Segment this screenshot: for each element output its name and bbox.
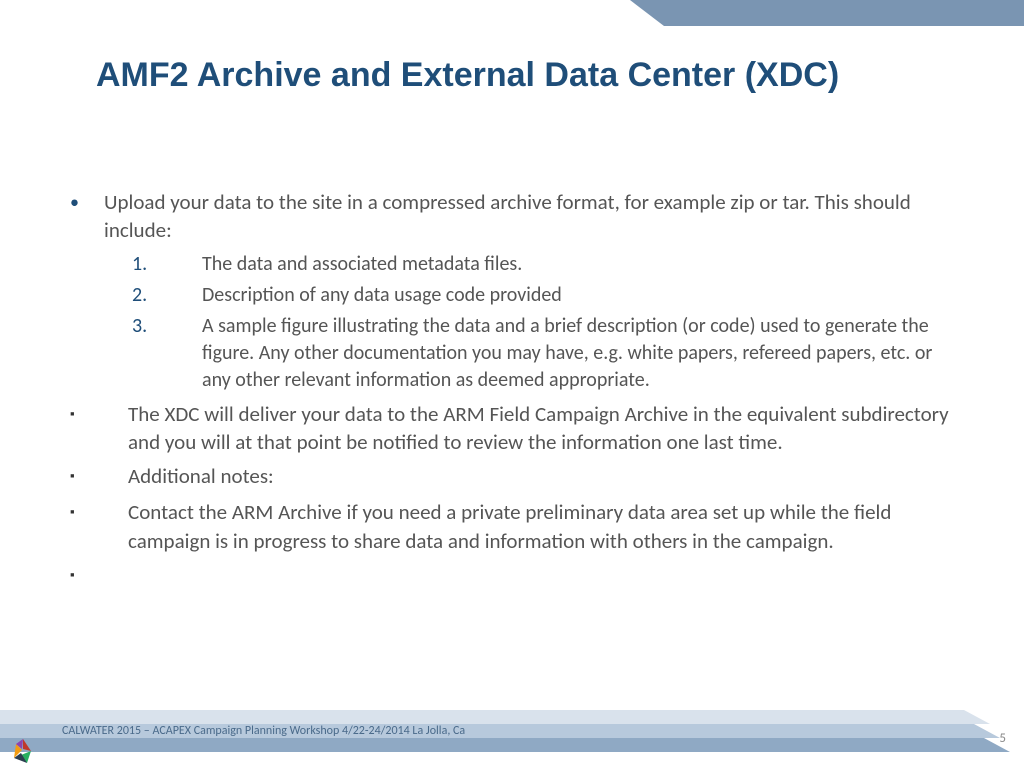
- bullet-item: ▪ The XDC will deliver your data to the …: [70, 400, 954, 457]
- page-number: 5: [999, 731, 1006, 746]
- bullet-square-icon: ▪: [70, 462, 104, 492]
- numbered-item: 1. The data and associated metadata file…: [132, 251, 954, 278]
- bullet-item: ▪ Contact the ARM Archive if you need a …: [70, 498, 954, 555]
- bullet-text: Upload your data to the site in a compre…: [104, 188, 954, 245]
- corner-decoration: [594, 0, 1024, 26]
- numbered-item: 3. A sample figure illustrating the data…: [132, 313, 954, 394]
- bullet-item: ▪ Additional notes:: [70, 462, 954, 492]
- numbered-list: 1. The data and associated metadata file…: [132, 251, 954, 394]
- slide: AMF2 Archive and External Data Center (X…: [0, 0, 1024, 768]
- list-number: 1.: [132, 251, 202, 278]
- bullet-square-icon: ▪: [70, 498, 104, 555]
- footer-bar-1: [0, 710, 990, 724]
- list-text: A sample figure illustrating the data an…: [202, 313, 954, 394]
- bullet-item: ▪: [70, 561, 954, 591]
- list-number: 2.: [132, 282, 202, 309]
- slide-title: AMF2 Archive and External Data Center (X…: [96, 56, 839, 95]
- footer-text: CALWATER 2015 – ACAPEX Campaign Planning…: [62, 724, 465, 738]
- bullet-square-icon: ▪: [70, 400, 104, 457]
- bullet-dot-icon: •: [70, 188, 104, 245]
- footer-bar-3: [0, 738, 1010, 752]
- slide-body: • Upload your data to the site in a comp…: [70, 188, 954, 597]
- numbered-item: 2. Description of any data usage code pr…: [132, 282, 954, 309]
- logo-icon: [8, 736, 38, 766]
- bullet-item: • Upload your data to the site in a comp…: [70, 188, 954, 245]
- bullet-text: [104, 561, 954, 591]
- list-text: Description of any data usage code provi…: [202, 282, 954, 309]
- bullet-square-icon: ▪: [70, 561, 104, 591]
- list-number: 3.: [132, 313, 202, 394]
- bullet-text: The XDC will deliver your data to the AR…: [104, 400, 954, 457]
- bullet-text: Additional notes:: [104, 462, 954, 492]
- bullet-text: Contact the ARM Archive if you need a pr…: [104, 498, 954, 555]
- list-text: The data and associated metadata files.: [202, 251, 954, 278]
